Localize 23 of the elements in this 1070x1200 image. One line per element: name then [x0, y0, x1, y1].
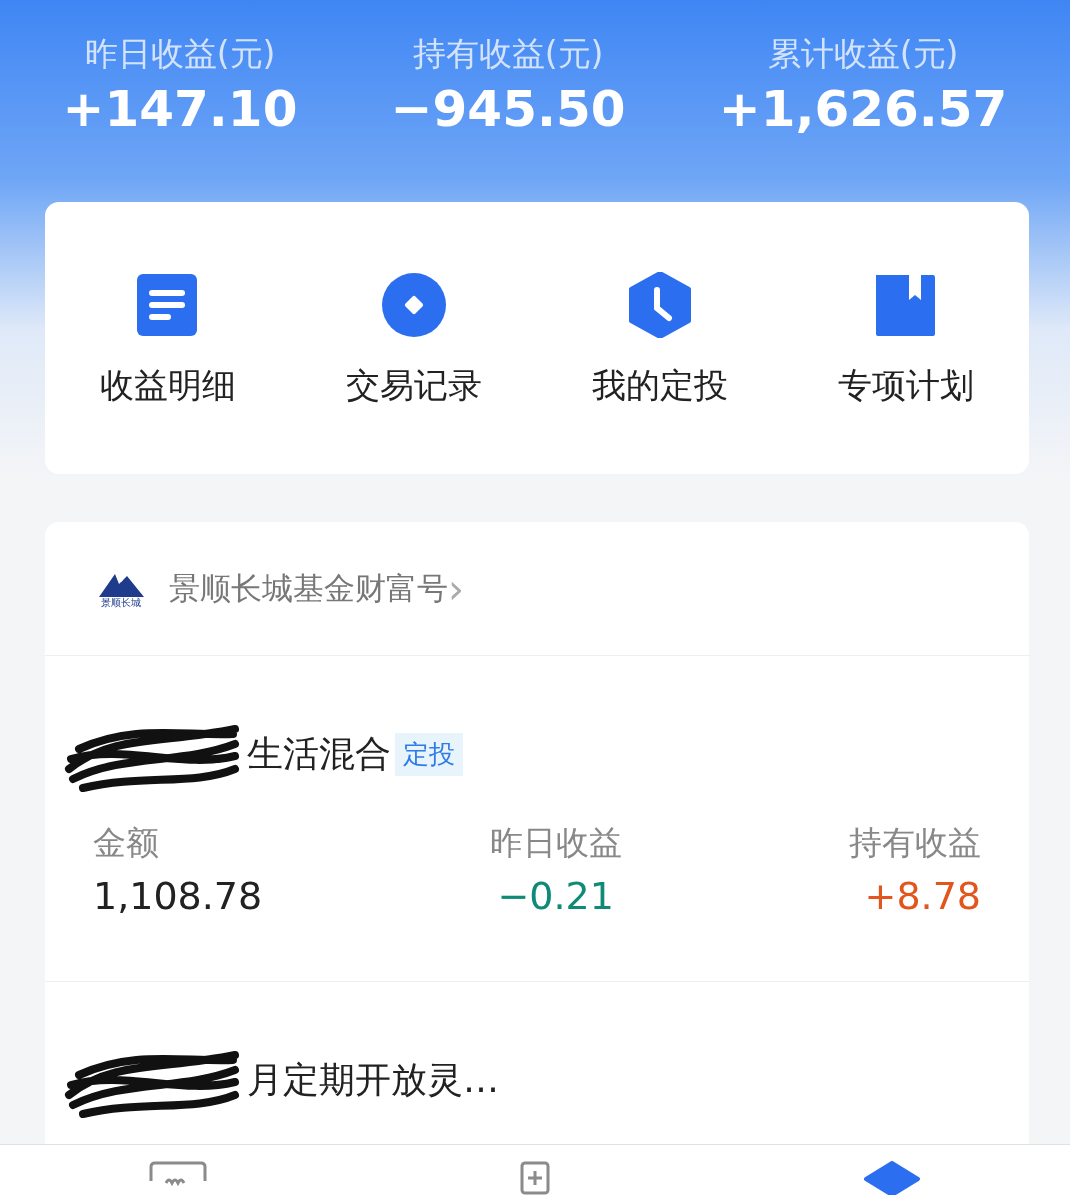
clock-icon[interactable] [627, 272, 693, 338]
shortcut-label[interactable]: 我的定投 [592, 360, 728, 411]
circle-icon[interactable] [381, 272, 447, 338]
summary-value: +147.10 [62, 79, 298, 141]
summary-label: 昨日收益(元) [83, 36, 277, 73]
fund-name[interactable]: 生活混合 [247, 727, 391, 781]
summary-label: 持有收益(元) [411, 36, 605, 73]
fund-tag: 定投 [395, 732, 463, 776]
stat-label: 持有收益 [849, 822, 981, 864]
shortcut-label[interactable]: 交易记录 [346, 360, 482, 411]
account-name[interactable]: 景顺长城基金财富号 [169, 565, 448, 612]
stat-label: 金额 [93, 822, 160, 864]
summary-value: +1,626.57 [718, 79, 1008, 141]
stat-label: 昨日收益 [489, 822, 622, 864]
stat-value: +8.78 [863, 872, 981, 920]
fund-name[interactable]: 月定期开放灵… [247, 1053, 499, 1107]
diamond-icon[interactable] [861, 1161, 922, 1195]
summary-value: −945.50 [390, 79, 626, 141]
stat-value: 1,108.78 [93, 872, 263, 920]
stat-value: −0.21 [496, 872, 615, 920]
shortcut-label[interactable]: 专项计划 [838, 360, 974, 411]
shortcut-label[interactable]: 收益明细 [100, 360, 236, 411]
summary-label: 累计收益(元) [766, 36, 960, 73]
